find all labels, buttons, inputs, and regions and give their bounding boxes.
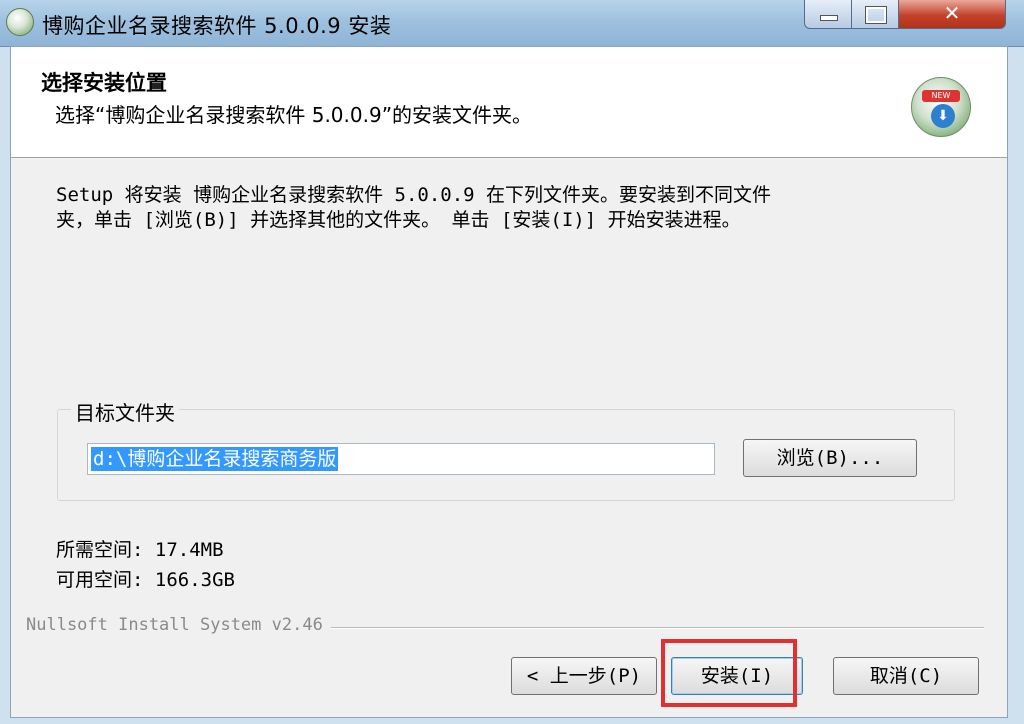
- page-title: 选择安装位置: [41, 71, 167, 95]
- back-button[interactable]: < 上一步(P): [511, 657, 657, 695]
- app-icon: [6, 8, 34, 36]
- description-line-1: Setup 将安装 博购企业名录搜索软件 5.0.0.9 在下列文件夹。要安装到…: [56, 184, 772, 206]
- minimize-icon: [820, 15, 838, 21]
- description-line-2: 夹，单击 [浏览(B)] 并选择其他的文件夹。 单击 [安装(I)] 开始安装进…: [56, 209, 741, 231]
- browse-button[interactable]: 浏览(B)...: [743, 439, 917, 477]
- dialog-header: 选择安装位置 选择“博购企业名录搜索软件 5.0.0.9”的安装文件夹。 NEW…: [11, 47, 1007, 158]
- close-button[interactable]: ✕: [898, 0, 1006, 29]
- minimize-button[interactable]: [804, 0, 852, 29]
- page-subtitle: 选择“博购企业名录搜索软件 5.0.0.9”的安装文件夹。: [55, 103, 533, 127]
- window-title: 博购企业名录搜索软件 5.0.0.9 安装: [42, 14, 392, 38]
- logo-badge: NEW: [922, 90, 960, 102]
- required-space: 所需空间: 17.4MB: [56, 539, 224, 561]
- title-bar: 博购企业名录搜索软件 5.0.0.9 安装 ✕: [0, 0, 1024, 47]
- nsis-branding: Nullsoft Install System v2.46: [26, 615, 331, 635]
- maximize-button[interactable]: [851, 0, 899, 29]
- close-icon: ✕: [943, 1, 961, 25]
- installer-dialog: 选择安装位置 选择“博购企业名录搜索软件 5.0.0.9”的安装文件夹。 NEW…: [10, 46, 1008, 718]
- install-description: Setup 将安装 博购企业名录搜索软件 5.0.0.9 在下列文件夹。要安装到…: [56, 183, 956, 233]
- destination-folder-label: 目标文件夹: [71, 397, 179, 426]
- available-space: 可用空间: 166.3GB: [56, 569, 235, 591]
- destination-path-value[interactable]: d:\博购企业名录搜索商务版: [91, 447, 339, 471]
- download-arrow-icon: ⬇: [931, 104, 955, 128]
- logo-badge-text: NEW: [931, 91, 951, 100]
- installer-logo-icon: NEW ⬇: [911, 77, 971, 137]
- cancel-button[interactable]: 取消(C): [833, 657, 979, 695]
- maximize-icon: [865, 6, 887, 24]
- install-highlight-box: [661, 639, 797, 707]
- destination-path-input[interactable]: d:\博购企业名录搜索商务版: [87, 443, 715, 475]
